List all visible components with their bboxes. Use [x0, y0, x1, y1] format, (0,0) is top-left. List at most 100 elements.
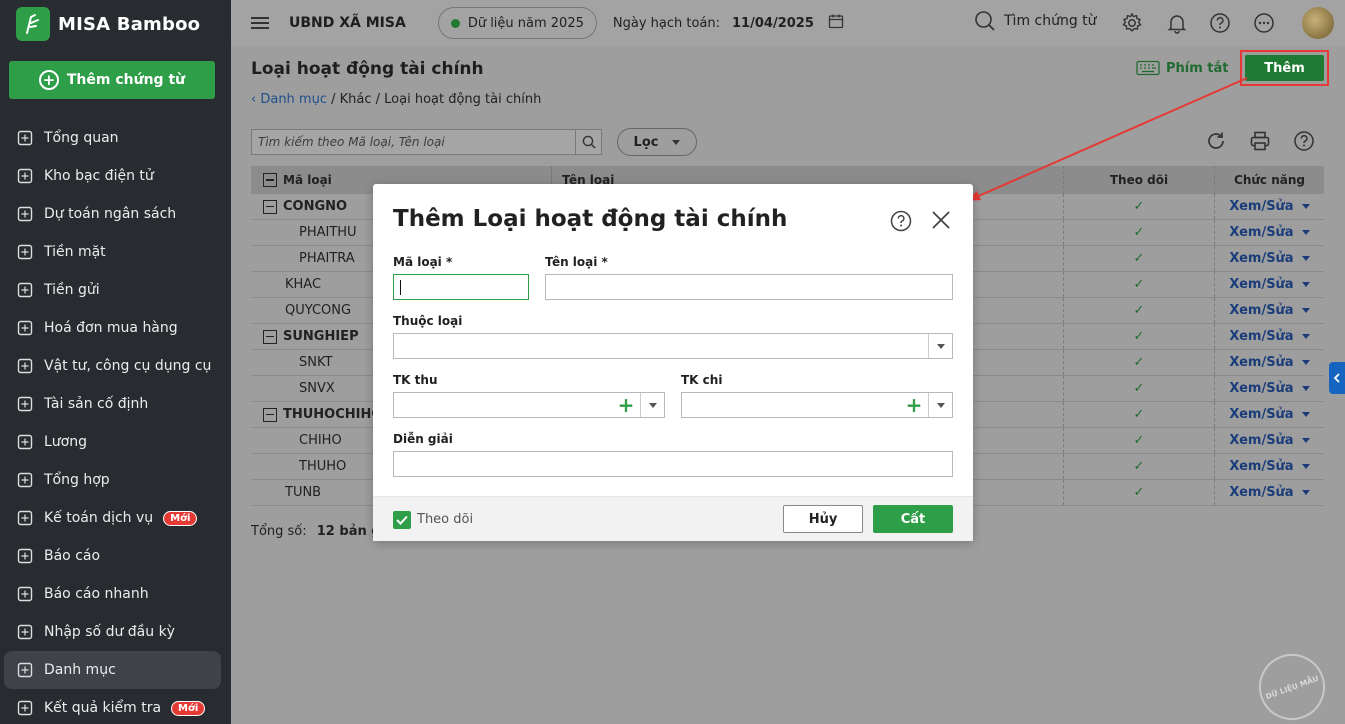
view-edit-link[interactable]: Xem/Sửa [1229, 381, 1293, 396]
dialog-footer: Theo dõi Hủy Cất [373, 496, 973, 541]
save-button[interactable]: Cất [873, 505, 953, 533]
sidebar-item[interactable]: Kết quả kiểm tra Mới [0, 689, 231, 724]
refresh-icon[interactable] [1205, 130, 1227, 156]
sidebar-item[interactable]: Báo cáo [0, 537, 231, 575]
expense-account-label: TK chi [681, 373, 723, 387]
collapse-group-icon[interactable] [263, 199, 277, 214]
chevron-down-icon[interactable] [1301, 308, 1310, 313]
view-edit-link[interactable]: Xem/Sửa [1229, 355, 1293, 370]
data-year-selector[interactable]: Dữ liệu năm 2025 [437, 7, 597, 39]
breadcrumb-link-label: Danh mục [260, 92, 327, 107]
search-icon[interactable] [575, 130, 601, 154]
view-edit-link[interactable]: Xem/Sửa [1229, 199, 1293, 214]
name-input[interactable] [546, 275, 952, 299]
add-icon[interactable]: + [616, 395, 636, 415]
chevron-down-icon[interactable] [1301, 256, 1310, 261]
view-edit-link[interactable]: Xem/Sửa [1229, 485, 1293, 500]
chevron-down-icon[interactable] [1301, 282, 1310, 287]
expense-account-select[interactable]: + [681, 392, 953, 418]
row-code: SNVX [299, 381, 335, 396]
filter-button[interactable]: Lọc [617, 128, 697, 156]
cancel-button[interactable]: Hủy [783, 505, 863, 533]
add-icon[interactable]: + [904, 395, 924, 415]
column-header-code[interactable]: Mã loại [283, 173, 332, 187]
add-button[interactable]: Thêm [1245, 55, 1324, 81]
row-code: THUHO [299, 459, 347, 474]
sidebar-item[interactable]: Nhập số dư đầu kỳ [0, 613, 231, 651]
chevron-down-icon[interactable] [928, 393, 952, 417]
view-edit-link[interactable]: Xem/Sửa [1229, 277, 1293, 292]
follow-checkbox[interactable] [393, 511, 411, 529]
dialog-title: Thêm Loại hoạt động tài chính [393, 206, 788, 232]
description-input[interactable] [394, 452, 952, 476]
view-edit-link[interactable]: Xem/Sửa [1229, 225, 1293, 240]
sidebar-item[interactable]: Tài sản cố định [0, 385, 231, 423]
chevron-down-icon[interactable] [1301, 464, 1310, 469]
sidebar-item-label: Kế toán dịch vụ [44, 510, 154, 526]
search-input[interactable] [252, 130, 575, 154]
view-edit-link[interactable]: Xem/Sửa [1229, 433, 1293, 448]
code-input[interactable] [394, 275, 528, 299]
user-avatar[interactable] [1302, 7, 1334, 39]
menu-toggle-icon[interactable] [251, 14, 269, 32]
chevron-down-icon[interactable] [1301, 412, 1310, 417]
collapse-group-icon[interactable] [263, 329, 277, 344]
chevron-down-icon[interactable] [1301, 334, 1310, 339]
search-voucher-button[interactable]: Tìm chứng từ [974, 10, 1097, 32]
plus-circle-icon: + [38, 70, 59, 90]
parent-select[interactable] [393, 333, 953, 359]
sidebar-item[interactable]: Báo cáo nhanh [0, 575, 231, 613]
chevron-down-icon[interactable] [928, 334, 952, 358]
sidebar-item[interactable]: Tiền gửi [0, 271, 231, 309]
breadcrumb-back-link[interactable]: ‹ Danh mục [251, 92, 327, 107]
income-account-select[interactable]: + [393, 392, 665, 418]
invoice-icon [16, 319, 34, 337]
collapse-group-icon[interactable] [263, 407, 277, 422]
add-voucher-button[interactable]: + Thêm chứng từ [9, 61, 215, 99]
column-header-follow[interactable]: Theo dõi [1110, 173, 1168, 187]
checkmark-icon [396, 515, 408, 525]
help-icon[interactable] [1293, 130, 1315, 156]
org-name[interactable]: UBND XÃ MISA [289, 15, 406, 31]
view-edit-link[interactable]: Xem/Sửa [1229, 407, 1293, 422]
sidebar-item[interactable]: Tổng quan [0, 119, 231, 157]
view-edit-link[interactable]: Xem/Sửa [1229, 459, 1293, 474]
sidebar-item[interactable]: Hoá đơn mua hàng [0, 309, 231, 347]
accounting-date-value[interactable]: 11/04/2025 [732, 16, 814, 31]
shortcut-button[interactable]: Phím tắt [1136, 60, 1229, 76]
collapse-all-icon[interactable] [263, 173, 277, 187]
bell-icon[interactable] [1166, 12, 1188, 38]
chevron-down-icon[interactable] [640, 393, 664, 417]
sidebar-item[interactable]: Vật tư, công cụ dụng cụ [0, 347, 231, 385]
close-icon[interactable] [930, 209, 952, 235]
view-edit-link[interactable]: Xem/Sửa [1229, 251, 1293, 266]
view-edit-link[interactable]: Xem/Sửa [1229, 303, 1293, 318]
chevron-down-icon[interactable] [1301, 490, 1310, 495]
search-voucher-label: Tìm chứng từ [1004, 13, 1097, 29]
calendar-icon[interactable] [828, 13, 844, 33]
cash-icon [16, 243, 34, 261]
sidebar-item[interactable]: Tiền mặt [0, 233, 231, 271]
sidebar-item-label: Báo cáo [44, 548, 101, 564]
sidebar-item[interactable]: Dự toán ngân sách [0, 195, 231, 233]
sidebar-item[interactable]: Lương [0, 423, 231, 461]
sidebar-item[interactable]: Tổng hợp [0, 461, 231, 499]
sidebar-item[interactable]: Kế toán dịch vụ Mới [0, 499, 231, 537]
sidebar-item[interactable]: Kho bạc điện tử [0, 157, 231, 195]
more-options-icon[interactable] [1253, 12, 1275, 38]
side-panel-toggle[interactable] [1329, 362, 1345, 394]
search-icon [975, 11, 995, 31]
chevron-down-icon[interactable] [1301, 438, 1310, 443]
description-field-wrapper [393, 451, 953, 477]
help-icon[interactable] [890, 210, 912, 236]
chevron-down-icon[interactable] [1301, 230, 1310, 235]
gear-icon[interactable] [1121, 12, 1143, 38]
sidebar-item-label: Lương [44, 434, 87, 450]
print-icon[interactable] [1249, 130, 1271, 156]
chevron-down-icon[interactable] [1301, 204, 1310, 209]
chevron-down-icon[interactable] [1301, 386, 1310, 391]
help-icon[interactable] [1209, 12, 1231, 38]
view-edit-link[interactable]: Xem/Sửa [1229, 329, 1293, 344]
sidebar-item[interactable]: Danh mục [4, 651, 221, 689]
chevron-down-icon[interactable] [1301, 360, 1310, 365]
